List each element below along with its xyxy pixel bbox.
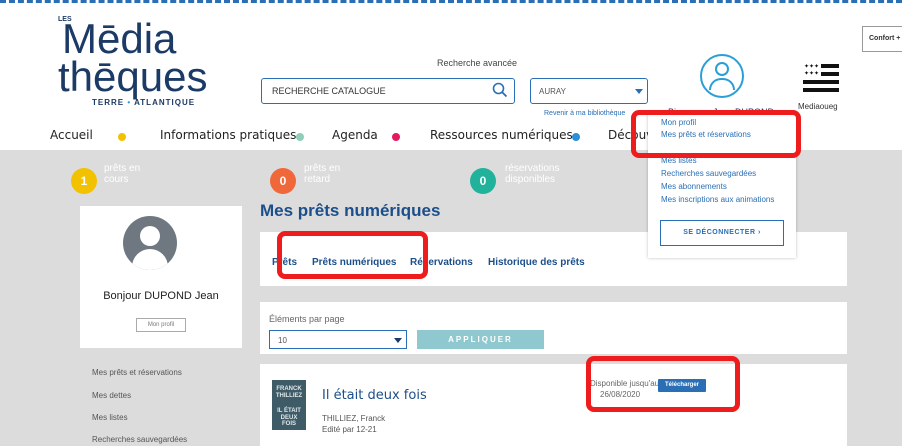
- main-navigation: Accueil Informations pratiques Agenda Re…: [0, 118, 660, 150]
- back-to-library-link[interactable]: Revenir à ma bibliothèque: [544, 110, 625, 117]
- highlight-profile-menu: [631, 110, 801, 158]
- sidebar-item-debts[interactable]: Mes dettes: [92, 391, 131, 400]
- logo-subtitle: TERRE • ATLANTIQUE: [92, 98, 196, 107]
- sidebar-profile-card: Bonjour DUPOND Jean Mon profil: [80, 206, 242, 348]
- sidebar-item-saved-searches[interactable]: Recherches sauvegardées: [92, 435, 187, 444]
- overdue-loans-count: 0: [270, 168, 296, 194]
- overdue-loans-label: prêts en retard: [304, 163, 341, 185]
- mediatheques-logo[interactable]: LES Mēdia thēques TERRE • ATLANTIQUE: [58, 16, 233, 108]
- pagination-filter: Éléments par page 10 APPLIQUER: [260, 302, 847, 354]
- search-input-value: RECHERCHE CATALOGUE: [272, 86, 386, 96]
- book-edition: Edité par 12-21: [322, 425, 377, 434]
- svg-text:✦✦✦: ✦✦✦: [804, 63, 819, 70]
- nav-dot-digital-resources: [572, 133, 580, 141]
- logo-line-2: thēques: [58, 53, 208, 100]
- highlight-digital-loans-tab: [277, 231, 428, 279]
- book-author: THILLIEZ, Franck: [322, 414, 386, 423]
- nav-item-agenda[interactable]: Agenda: [332, 128, 378, 142]
- sidebar-profile-button[interactable]: Mon profil: [136, 318, 186, 332]
- book-cover-image[interactable]: FRANCK THILLIEZ IL ÉTAIT DEUX FOIS: [272, 380, 306, 430]
- breton-flag-icon[interactable]: ✦✦✦ ✦✦✦: [803, 60, 839, 96]
- chevron-down-icon: [394, 338, 402, 343]
- available-reservations-label: réservations disponibles: [505, 163, 560, 185]
- nav-dot-practical-info: [296, 133, 304, 141]
- nav-item-home[interactable]: Accueil: [50, 128, 93, 142]
- highlight-download: [586, 356, 740, 412]
- svg-text:✦✦✦: ✦✦✦: [804, 70, 819, 77]
- nav-item-digital-resources[interactable]: Ressources numériques: [430, 128, 573, 142]
- per-page-label: Éléments par page: [269, 314, 345, 324]
- nav-item-practical-info[interactable]: Informations pratiques: [160, 128, 296, 142]
- menu-item-event-registrations[interactable]: Mes inscriptions aux animations: [661, 195, 774, 204]
- user-account-icon[interactable]: [700, 54, 744, 98]
- per-page-value: 10: [278, 336, 287, 345]
- search-icon[interactable]: [492, 82, 510, 100]
- per-page-select[interactable]: 10: [269, 330, 407, 349]
- loans-in-progress-label: prêts en cours: [104, 163, 141, 185]
- comfort-plus-button[interactable]: Confort +: [862, 26, 902, 52]
- menu-item-saved-searches[interactable]: Recherches sauvegardées: [661, 169, 756, 178]
- sidebar-item-lists[interactable]: Mes listes: [92, 413, 128, 422]
- logout-button[interactable]: SE DÉCONNECTER ›: [660, 220, 784, 246]
- nav-dot-agenda: [392, 133, 400, 141]
- menu-item-subscriptions[interactable]: Mes abonnements: [661, 182, 727, 191]
- loans-in-progress-count: 1: [71, 168, 97, 194]
- tab-loan-history[interactable]: Historique des prêts: [488, 257, 585, 268]
- breton-language-label[interactable]: Mediaoueg: [798, 102, 838, 111]
- avatar: [123, 216, 177, 270]
- advanced-search-link[interactable]: Recherche avancée: [437, 58, 517, 68]
- sidebar-greeting: Bonjour DUPOND Jean: [103, 290, 219, 302]
- page-title: Mes prêts numériques: [260, 201, 441, 220]
- library-select[interactable]: AURAY: [530, 78, 648, 104]
- apply-button[interactable]: APPLIQUER: [417, 330, 544, 349]
- nav-dot-home: [118, 133, 126, 141]
- library-select-value: AURAY: [539, 87, 566, 96]
- available-reservations-count: 0: [470, 168, 496, 194]
- catalogue-search-input[interactable]: RECHERCHE CATALOGUE: [261, 78, 515, 104]
- book-title-link[interactable]: Il était deux fois: [322, 388, 427, 403]
- chevron-down-icon: [635, 89, 643, 94]
- sidebar-item-loans-reservations[interactable]: Mes prêts et réservations: [92, 368, 182, 377]
- digital-loan-item: FRANCK THILLIEZ IL ÉTAIT DEUX FOIS Il ét…: [260, 364, 847, 446]
